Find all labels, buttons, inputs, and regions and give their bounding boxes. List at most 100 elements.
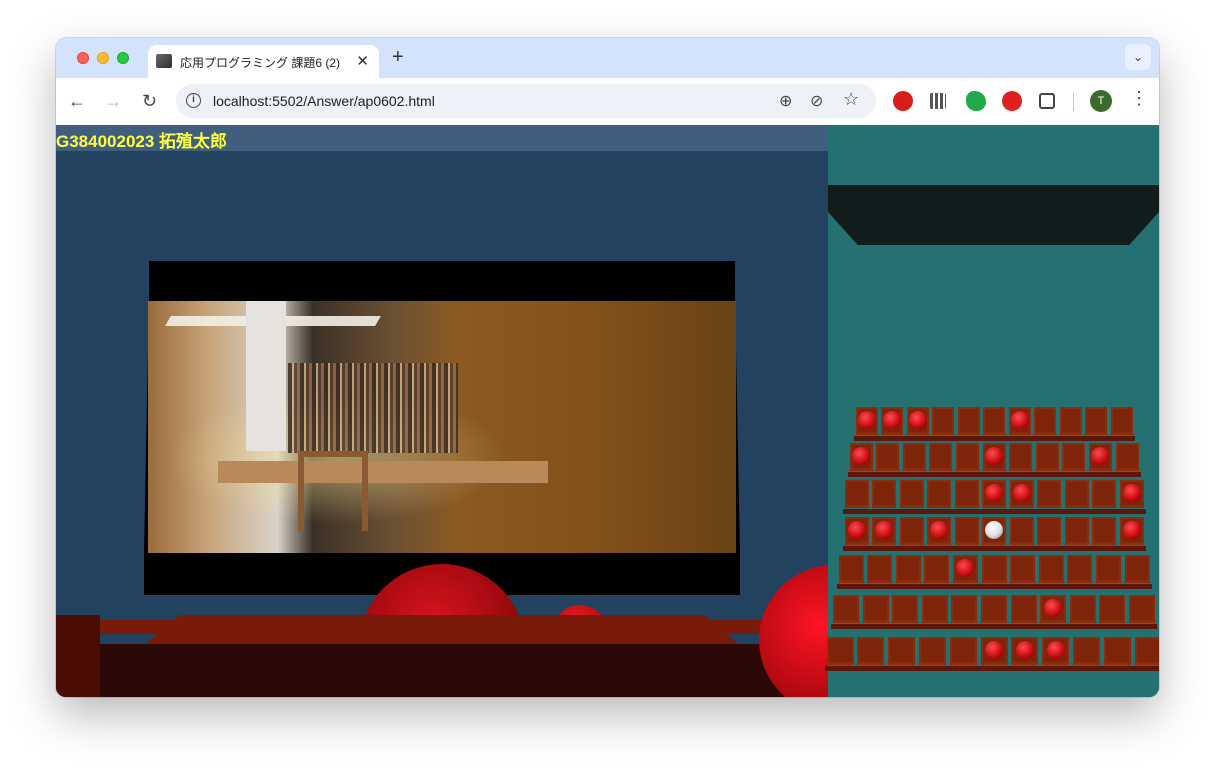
seat[interactable] [951,595,978,623]
seat[interactable] [826,637,854,665]
seat[interactable] [1038,555,1064,583]
seat[interactable] [1067,555,1093,583]
browser-menu-icon[interactable]: ⋮ [1130,88,1148,109]
seat[interactable] [888,637,916,665]
seat[interactable] [1064,517,1089,545]
seat[interactable] [1037,480,1061,508]
bookmark-star-icon[interactable]: ☆ [843,89,859,110]
site-info-icon[interactable]: i [186,93,201,108]
seat[interactable] [1088,443,1112,471]
seat[interactable] [982,480,1006,508]
seat[interactable] [981,555,1007,583]
seat[interactable] [1103,637,1131,665]
seat[interactable] [1009,480,1034,508]
seat[interactable] [955,443,979,471]
seat[interactable] [844,480,869,508]
seat[interactable] [833,595,859,623]
seat[interactable] [1009,517,1034,545]
seat[interactable] [927,517,951,545]
seat[interactable] [881,407,903,435]
seat[interactable] [895,555,921,583]
seat[interactable] [918,637,946,665]
seat[interactable] [906,407,929,435]
seat[interactable] [862,595,889,623]
url-text[interactable]: localhost:5502/Answer/ap0602.html [213,93,435,109]
zoom-window-button[interactable] [117,52,129,64]
seat[interactable] [952,555,978,583]
reload-button[interactable]: ↻ [142,89,157,113]
seat[interactable] [1062,443,1086,471]
seat[interactable] [1119,517,1144,545]
seat[interactable] [849,443,873,471]
seat[interactable] [902,443,926,471]
zoom-icon[interactable]: ⊕ [779,91,792,111]
seat[interactable] [855,407,878,435]
seat[interactable] [1010,595,1037,623]
eye-slash-icon[interactable]: ⊘ [810,91,823,111]
seat[interactable] [954,517,979,545]
seat[interactable] [1134,637,1159,665]
seat[interactable] [983,407,1005,435]
forward-button[interactable]: → [104,89,122,113]
seat[interactable] [932,407,954,435]
extension-red-icon[interactable] [893,91,913,111]
seat[interactable] [1119,480,1144,508]
seat[interactable] [1069,595,1096,623]
tab-search-button[interactable]: ⌄ [1125,44,1151,70]
profile-avatar[interactable]: T [1090,90,1112,112]
seat[interactable] [1010,555,1036,583]
seat[interactable] [1124,555,1150,583]
seat[interactable] [982,443,1006,471]
seat[interactable] [872,480,896,508]
address-bar[interactable]: i localhost:5502/Answer/ap0602.html ⊕ ⊘ … [176,84,876,118]
seat[interactable] [1129,595,1155,623]
seat[interactable] [1034,407,1056,435]
seat[interactable] [1092,517,1116,545]
qr-code-icon[interactable] [930,93,946,109]
seat[interactable] [949,637,977,665]
seat[interactable] [892,595,919,623]
seat[interactable] [844,517,869,545]
extensions-puzzle-icon[interactable] [1039,93,1055,109]
seat[interactable] [1092,480,1116,508]
seat[interactable] [980,637,1008,665]
seat[interactable] [1042,637,1070,665]
seat[interactable] [981,595,1007,623]
seat[interactable] [929,443,953,471]
seat[interactable] [838,555,864,583]
seat[interactable] [867,555,893,583]
seat[interactable] [1064,480,1089,508]
seat[interactable] [924,555,950,583]
seat[interactable] [954,480,979,508]
tab-close-icon[interactable]: ✕ [356,52,369,70]
seat[interactable] [1115,443,1139,471]
seat[interactable] [982,517,1006,545]
seat[interactable] [899,480,924,508]
seat[interactable] [1040,595,1067,623]
seat[interactable] [857,637,885,665]
seat[interactable] [1085,407,1107,435]
seat[interactable] [1072,637,1100,665]
seat[interactable] [1008,407,1031,435]
seat[interactable] [1099,595,1126,623]
seat[interactable] [1011,637,1039,665]
stop-hand-icon[interactable] [1002,91,1022,111]
back-button[interactable]: ← [68,89,86,113]
seat[interactable] [1110,407,1133,435]
seat[interactable] [899,517,924,545]
close-window-button[interactable] [77,52,89,64]
minimize-window-button[interactable] [97,52,109,64]
seat[interactable] [1059,407,1082,435]
seat[interactable] [1035,443,1059,471]
seat[interactable] [872,517,896,545]
seat[interactable] [927,480,951,508]
seat[interactable] [921,595,948,623]
new-tab-button[interactable]: + [392,46,404,69]
seat[interactable] [1095,555,1121,583]
library-video[interactable] [148,301,736,553]
seat[interactable] [876,443,900,471]
seat[interactable] [957,407,980,435]
seat[interactable] [1009,443,1033,471]
tab-active[interactable]: 応用プログラミング 課題6 (2) ✕ [148,45,379,78]
evernote-icon[interactable] [966,91,986,111]
